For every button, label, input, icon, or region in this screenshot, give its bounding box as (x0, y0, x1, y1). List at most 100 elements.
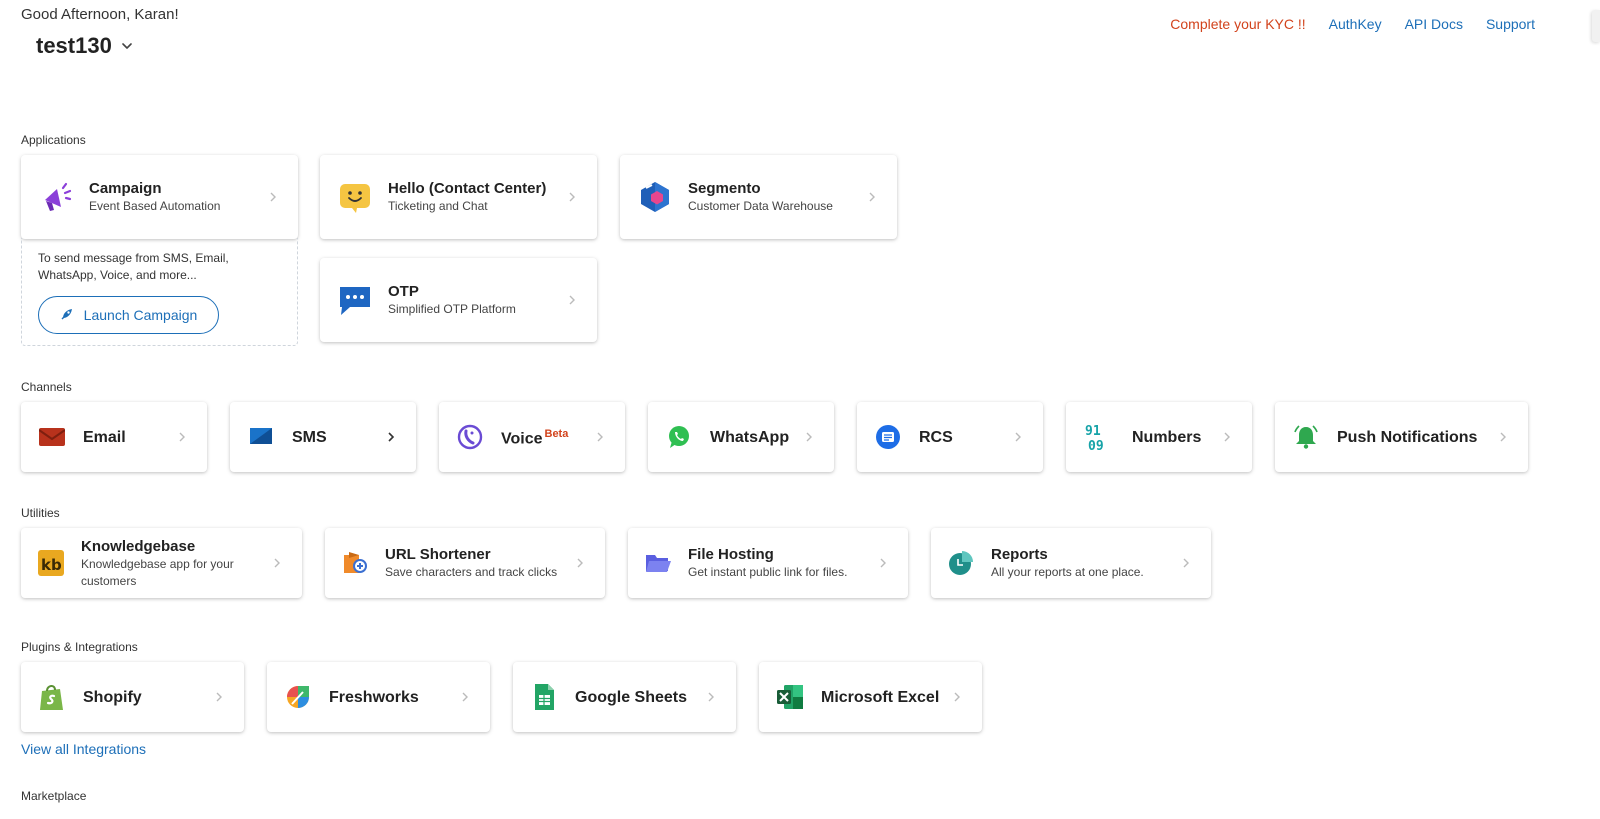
url-shortener-subtitle: Save characters and track clicks (385, 565, 558, 579)
file-hosting-title: File Hosting (688, 546, 774, 563)
greeting-text: Good Afternoon, Karan! (21, 6, 179, 23)
chevron-right-icon (567, 192, 577, 202)
chevron-right-icon (567, 295, 577, 305)
reports-subtitle: All your reports at one place. (991, 565, 1144, 579)
channel-numbers-card[interactable]: 91 09 Numbers (1066, 402, 1252, 472)
bell-icon (1293, 424, 1319, 450)
support-link[interactable]: Support (1486, 16, 1535, 32)
chevron-right-icon (214, 692, 224, 702)
excel-icon (775, 682, 805, 712)
chevron-right-icon (867, 192, 877, 202)
campaign-subtitle: Event Based Automation (89, 199, 221, 213)
chevron-right-icon (272, 558, 282, 568)
campaign-card[interactable]: Campaign Event Based Automation (21, 155, 298, 239)
shopify-card[interactable]: Shopify (21, 662, 244, 732)
svg-text:kb: kb (41, 556, 62, 574)
campaign-description: To send message from SMS, Email, WhatsAp… (38, 251, 229, 282)
chevron-right-icon (460, 692, 470, 702)
chevron-right-icon (177, 432, 187, 442)
chevron-right-icon (1181, 558, 1191, 568)
channel-push-notifications-card[interactable]: Push Notifications (1275, 402, 1528, 472)
svg-text:09: 09 (1088, 439, 1104, 452)
section-applications: Applications (21, 133, 86, 147)
campaign-launch-panel: To send message from SMS, Email, WhatsAp… (21, 238, 298, 346)
launch-campaign-button[interactable]: Launch Campaign (38, 296, 219, 334)
reports-title: Reports (991, 546, 1048, 563)
complete-kyc-link[interactable]: Complete your KYC !! (1170, 16, 1305, 32)
numbers-icon: 91 09 (1084, 422, 1114, 452)
knowledgebase-title: Knowledgebase (81, 537, 196, 555)
authkey-link[interactable]: AuthKey (1329, 16, 1382, 32)
svg-text:91: 91 (1085, 424, 1101, 439)
channel-email-title: Email (83, 428, 126, 446)
pie-chart-icon (947, 549, 975, 577)
chevron-right-icon (878, 558, 888, 568)
chevron-right-icon (386, 432, 396, 442)
microsoft-excel-card[interactable]: Microsoft Excel (759, 662, 982, 732)
otp-card[interactable]: OTP Simplified OTP Platform (320, 258, 597, 342)
whatsapp-icon (666, 424, 692, 450)
megaphone-icon (39, 180, 73, 214)
google-sheets-card[interactable]: Google Sheets (513, 662, 736, 732)
hello-title: Hello (Contact Center) (388, 180, 547, 197)
top-links: Complete your KYC !! AuthKey API Docs Su… (1170, 16, 1535, 32)
knowledgebase-subtitle: Knowledgebase app for your customers (81, 556, 234, 588)
url-shortener-title: URL Shortener (385, 546, 491, 563)
channel-rcs-title: RCS (919, 428, 953, 446)
voice-icon (457, 424, 483, 450)
chevron-right-icon (1498, 432, 1508, 442)
chevron-down-icon (120, 33, 134, 59)
knowledgebase-icon: kb (37, 549, 65, 577)
chevron-right-icon (804, 432, 814, 442)
segmento-card[interactable]: Segmento Customer Data Warehouse (620, 155, 897, 239)
channel-voice-label: Voice (501, 430, 543, 448)
channel-whatsapp-card[interactable]: WhatsApp (648, 402, 834, 472)
smiley-chat-icon (338, 180, 372, 214)
section-channels: Channels (21, 380, 72, 394)
hexagon-icon (638, 180, 672, 214)
segmento-title: Segmento (688, 180, 761, 197)
knowledgebase-card[interactable]: kb Knowledgebase Knowledgebase app for y… (21, 528, 302, 598)
freshworks-logo-icon (283, 682, 313, 712)
hello-card[interactable]: Hello (Contact Center) Ticketing and Cha… (320, 155, 597, 239)
chevron-right-icon (268, 192, 278, 202)
channel-email-card[interactable]: Email (21, 402, 207, 472)
workspace-name: test130 (36, 33, 112, 58)
chevron-right-icon (575, 558, 585, 568)
chevron-right-icon (1222, 432, 1232, 442)
section-utilities: Utilities (21, 506, 60, 520)
channel-rcs-card[interactable]: RCS (857, 402, 1043, 472)
folder-icon (644, 549, 672, 577)
channel-voice-card[interactable]: Voice Beta (439, 402, 625, 472)
rcs-message-icon (875, 424, 901, 450)
channel-numbers-title: Numbers (1132, 428, 1202, 446)
link-tag-icon (341, 549, 369, 577)
sms-icon (248, 424, 274, 450)
channel-sms-title: SMS (292, 428, 327, 446)
channel-whatsapp-title: WhatsApp (710, 428, 790, 446)
otp-title: OTP (388, 283, 419, 300)
reports-card[interactable]: Reports All your reports at one place. (931, 528, 1211, 598)
file-hosting-card[interactable]: File Hosting Get instant public link for… (628, 528, 908, 598)
envelope-icon (39, 424, 65, 450)
api-docs-link[interactable]: API Docs (1405, 16, 1463, 32)
chevron-right-icon (1013, 432, 1023, 442)
url-shortener-card[interactable]: URL Shortener Save characters and track … (325, 528, 605, 598)
launch-campaign-label: Launch Campaign (83, 307, 198, 323)
section-marketplace: Marketplace (21, 789, 87, 803)
side-panel-handle[interactable] (1592, 10, 1600, 42)
chevron-right-icon (595, 432, 605, 442)
view-all-integrations-link[interactable]: View all Integrations (21, 741, 146, 757)
otp-subtitle: Simplified OTP Platform (388, 302, 516, 316)
chat-dots-icon (338, 283, 372, 317)
rocket-icon (60, 307, 74, 324)
freshworks-card[interactable]: Freshworks (267, 662, 490, 732)
google-sheets-icon (529, 682, 559, 712)
segmento-subtitle: Customer Data Warehouse (688, 199, 833, 213)
chevron-right-icon (952, 692, 962, 702)
channel-sms-card[interactable]: SMS (230, 402, 416, 472)
file-hosting-subtitle: Get instant public link for files. (688, 565, 848, 579)
workspace-selector[interactable]: test130 (36, 33, 134, 59)
campaign-title: Campaign (89, 180, 162, 197)
channel-voice-title: Voice Beta (501, 425, 625, 448)
